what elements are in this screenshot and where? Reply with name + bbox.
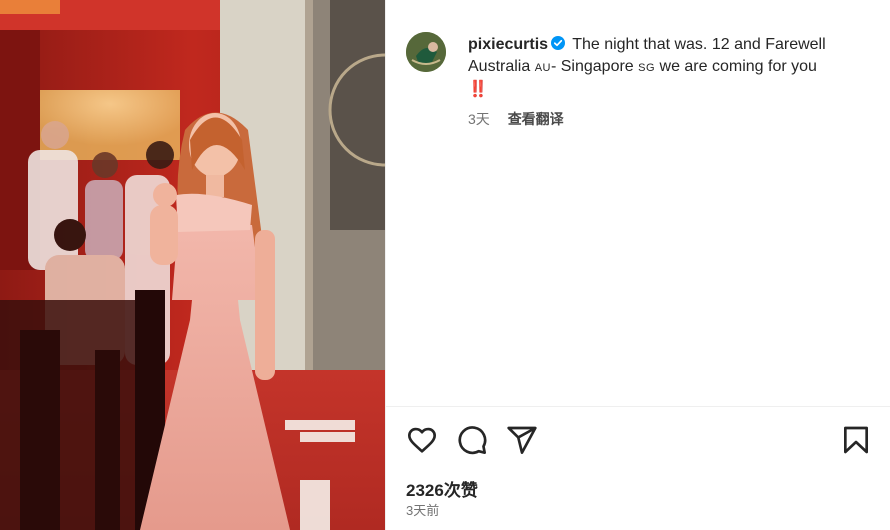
like-button[interactable] bbox=[406, 424, 438, 456]
action-bar bbox=[406, 424, 872, 456]
bookmark-icon bbox=[844, 426, 868, 454]
caption-end: ‼️ bbox=[468, 81, 488, 98]
caption-text: pixiecurtis The night that was. 12 and F… bbox=[468, 34, 863, 101]
flag-singapore-icon: SG bbox=[638, 62, 656, 74]
caption-line-4: we are coming for you bbox=[655, 58, 817, 75]
avatar-image bbox=[406, 32, 446, 72]
post-time: 3天前 bbox=[406, 503, 440, 518]
post-details: pixiecurtis The night that was. 12 and F… bbox=[385, 0, 890, 530]
caption-line-1: The night that was. 12 and Farewell bbox=[568, 36, 826, 53]
username-link[interactable]: pixiecurtis bbox=[468, 36, 548, 53]
caption-block: pixiecurtis The night that was. 12 and F… bbox=[406, 32, 876, 129]
heart-icon bbox=[408, 427, 436, 453]
flag-australia-icon: AU bbox=[534, 62, 551, 74]
post-time-short[interactable]: 3天 bbox=[468, 111, 490, 127]
caption-line-2: Australia bbox=[468, 58, 535, 75]
post-photo[interactable] bbox=[0, 0, 385, 530]
verified-badge-icon bbox=[551, 36, 566, 50]
photo-image bbox=[0, 0, 385, 530]
section-divider bbox=[386, 406, 890, 407]
instagram-post: pixiecurtis The night that was. 12 and F… bbox=[0, 0, 890, 530]
comment-button[interactable] bbox=[456, 424, 488, 456]
share-button[interactable] bbox=[506, 424, 538, 456]
caption-line-3: - Singapore bbox=[550, 58, 639, 75]
caption-meta: 3天 查看翻译 bbox=[468, 109, 863, 129]
user-avatar[interactable] bbox=[406, 32, 446, 72]
paper-plane-icon bbox=[507, 426, 537, 454]
see-translation-button[interactable]: 查看翻译 bbox=[508, 111, 564, 127]
comment-icon bbox=[458, 426, 487, 455]
like-count[interactable]: 2326次赞 bbox=[406, 476, 478, 501]
save-button[interactable] bbox=[840, 424, 872, 456]
